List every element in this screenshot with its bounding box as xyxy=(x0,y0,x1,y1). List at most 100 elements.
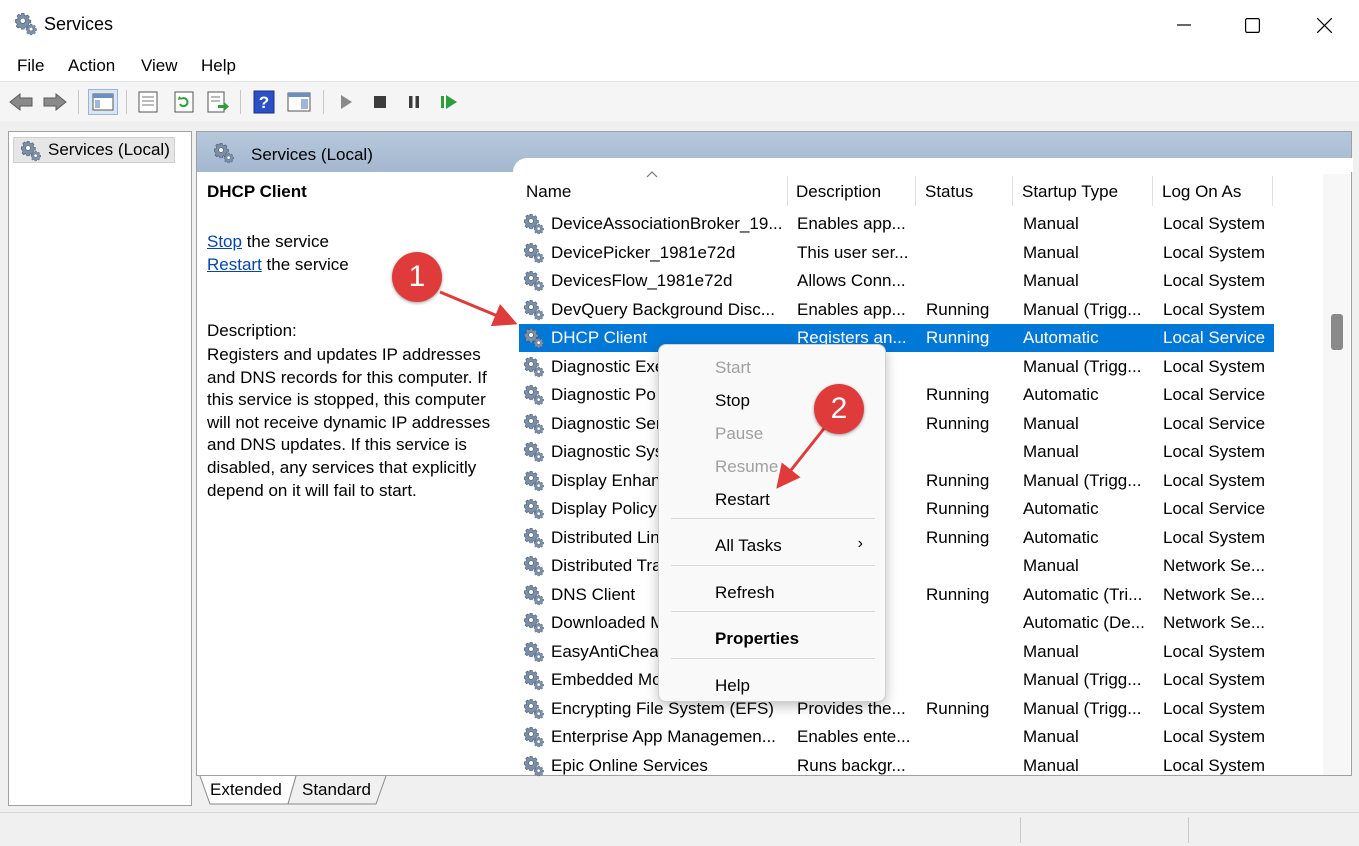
service-log-on-as: Local System xyxy=(1163,214,1266,233)
gear-icon xyxy=(523,726,547,748)
service-row[interactable]: Distributed Tras ...ManualNetwork Se... xyxy=(519,552,1274,580)
service-row[interactable]: Diagnostic Exen...Manual (Trigg...Local … xyxy=(519,353,1274,381)
context-menu-restart[interactable]: Restart xyxy=(659,484,885,514)
context-menu-properties[interactable]: Properties xyxy=(659,623,885,653)
annotation-badge-1: 1 xyxy=(392,252,442,302)
start-service-button[interactable] xyxy=(333,89,359,115)
service-startup-type: Automatic xyxy=(1023,328,1099,347)
service-row[interactable]: Diagnostic Pos...RunningAutomaticLocal S… xyxy=(519,381,1274,409)
show-hide-console-tree-button[interactable] xyxy=(88,89,118,115)
title-bar: Services xyxy=(0,0,1359,50)
minimize-button[interactable] xyxy=(1149,0,1219,50)
service-startup-type: Automatic xyxy=(1023,527,1099,547)
gear-icon xyxy=(523,755,547,777)
service-row[interactable]: Diagnostic Syss...ManualLocal System xyxy=(519,438,1274,466)
gear-icon xyxy=(523,299,547,321)
service-row[interactable]: Encrypting File System (EFS) Provides the… xyxy=(519,695,1274,723)
service-startup-type: Manual (Trigg... xyxy=(1023,356,1142,376)
tab-standard[interactable]: Standard xyxy=(290,776,383,804)
menu-file[interactable]: File xyxy=(17,56,44,76)
refresh-button[interactable] xyxy=(171,89,197,115)
service-row[interactable]: Epic Online Services Runs backgr... Manual… xyxy=(519,752,1274,780)
service-row[interactable]: Distributed Lin Running Automatic Local Sys… xyxy=(519,524,1274,552)
service-description-cell: Runs backgr... xyxy=(797,755,906,775)
service-name: DevQuery Background Disc... xyxy=(551,299,775,319)
back-button[interactable] xyxy=(8,89,34,115)
context-menu-resume[interactable]: Resume xyxy=(659,451,885,481)
status-bar xyxy=(0,812,1359,846)
resume-service-button[interactable] xyxy=(436,89,462,115)
stop-service-button[interactable] xyxy=(367,89,393,115)
service-row[interactable]: DevicePicker_1981e72d This user ser... Man… xyxy=(519,239,1274,267)
window-title: Services xyxy=(44,14,114,34)
menu-help[interactable]: Help xyxy=(201,56,236,76)
service-startup-type: Manual xyxy=(1023,271,1079,290)
service-row[interactable]: DevicesFlow_1981e72d Allows Conn... Manual… xyxy=(519,267,1274,295)
context-menu-start[interactable]: Start xyxy=(659,352,885,382)
close-button[interactable] xyxy=(1289,0,1359,50)
show-action-pane-button[interactable] xyxy=(286,89,312,115)
tree-item-label: Services (Local) xyxy=(48,140,170,159)
context-menu-label: Start xyxy=(715,358,751,377)
service-log-on-as: Local System xyxy=(1163,527,1266,547)
service-startup-type: Automatic (Tri... xyxy=(1023,584,1143,604)
minimize-icon xyxy=(1177,24,1191,26)
properties-button[interactable] xyxy=(135,89,161,115)
selected-service-name: DHCP Client xyxy=(207,182,307,201)
service-row[interactable]: DevQuery Background Disc... Enables app..… xyxy=(519,296,1274,324)
column-header-startup-type[interactable]: Startup Type xyxy=(1022,182,1118,210)
column-header-status[interactable]: Status xyxy=(925,182,973,210)
service-row[interactable]: Display Enhanr ...RunningManual (Trigg..… xyxy=(519,467,1274,495)
forward-arrow-icon xyxy=(43,92,67,112)
stop-service-link[interactable]: Stop xyxy=(207,232,242,251)
service-row[interactable]: DNS Client Running Automatic (Tri... Networ… xyxy=(519,581,1274,609)
service-description-cell: Enables ente... xyxy=(797,727,911,746)
service-description-cell: Enables app... xyxy=(797,299,906,319)
tree-item-services-local[interactable]: Services (Local) xyxy=(13,137,175,163)
service-row[interactable]: Downloaded Mer...Automatic (De...Network… xyxy=(519,609,1274,637)
menu-view[interactable]: View xyxy=(141,56,178,76)
restart-service-link[interactable]: Restart xyxy=(207,255,262,274)
column-header-name[interactable]: Name xyxy=(526,182,571,210)
vertical-scrollbar[interactable] xyxy=(1323,174,1350,775)
export-list-button[interactable] xyxy=(205,89,231,115)
service-row[interactable]: DeviceAssociationBroker_19... Enables app… xyxy=(519,210,1274,238)
context-menu-help[interactable]: Help xyxy=(659,670,885,700)
service-row[interactable]: Enterprise App Managemen... Enables ente.… xyxy=(519,723,1274,751)
service-log-on-as: Local Service xyxy=(1163,499,1266,518)
svg-text:?: ? xyxy=(259,93,269,112)
context-menu-separator xyxy=(671,658,875,659)
forward-button[interactable] xyxy=(42,89,68,115)
service-row[interactable]: EasyAntiCheato...ManualLocal System xyxy=(519,638,1274,666)
show-action-pane-icon xyxy=(287,92,311,112)
service-row[interactable]: Embedded Mod...Manual (Trigg...Local Sys… xyxy=(519,666,1274,694)
scrollbar-thumb[interactable] xyxy=(1331,314,1343,350)
maximize-button[interactable] xyxy=(1217,0,1287,50)
column-header-description[interactable]: Description xyxy=(796,182,881,210)
start-service-icon xyxy=(341,95,352,109)
gear-icon xyxy=(523,612,547,634)
restart-service-line: Restart the service xyxy=(207,255,349,274)
help-button[interactable]: ? xyxy=(251,89,277,115)
context-menu-refresh[interactable]: Refresh xyxy=(659,577,885,607)
service-description-cell: Enables app... xyxy=(797,214,906,233)
service-row[interactable]: DHCP Client Registers an... Running Automat… xyxy=(519,324,1274,352)
service-log-on-as: Network Se... xyxy=(1163,613,1266,632)
context-menu-label: Resume xyxy=(715,457,779,476)
menu-bar: File Action View Help xyxy=(0,50,1359,81)
pause-service-button[interactable] xyxy=(401,89,427,115)
content-header: Services (Local) xyxy=(197,132,1353,172)
service-row[interactable]: Diagnostic Sers...RunningManualLocal Ser… xyxy=(519,410,1274,438)
service-row[interactable]: Display Policy Running Automatic Local Serv… xyxy=(519,495,1274,523)
tab-extended[interactable]: Extended xyxy=(198,776,294,804)
column-header-log-on-as[interactable]: Log On As xyxy=(1162,182,1241,210)
gear-icon xyxy=(523,327,547,349)
maximize-icon xyxy=(1244,17,1260,33)
context-menu-all-tasks[interactable]: All Tasks › xyxy=(659,530,885,560)
gear-icon xyxy=(523,270,547,292)
menu-action[interactable]: Action xyxy=(68,56,115,76)
gear-icon xyxy=(213,142,237,164)
service-name: DevicesFlow_1981e72d xyxy=(551,271,733,290)
service-description: Registers and updates IP addresses and D… xyxy=(207,345,491,500)
service-log-on-as: Local System xyxy=(1163,242,1266,262)
